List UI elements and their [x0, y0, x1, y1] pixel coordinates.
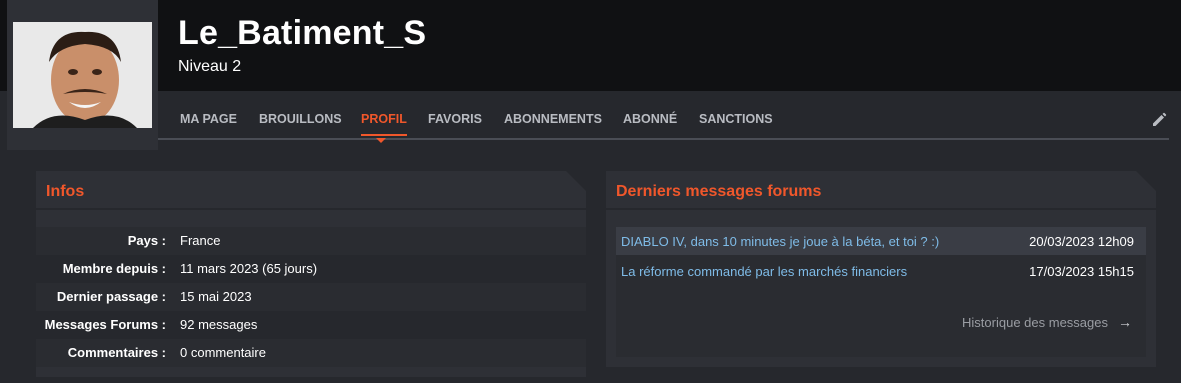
info-row-membre-depuis: Membre depuis : 11 mars 2023 (65 jours) [36, 255, 586, 283]
infos-panel: Infos Pays : France Membre depuis : 11 m… [36, 171, 586, 377]
list-item: DIABLO IV, dans 10 minutes je joue à la … [616, 227, 1146, 255]
user-level: Niveau 2 [178, 58, 242, 75]
info-label: Pays : [127, 233, 166, 248]
tab-favoris[interactable]: FAVORIS [428, 112, 482, 126]
info-row-dernier-passage: Dernier passage : 15 mai 2023 [36, 283, 586, 311]
forum-message-date: 17/03/2023 15h15 [1029, 264, 1134, 279]
forum-messages-list: DIABLO IV, dans 10 minutes je joue à la … [616, 227, 1146, 357]
tab-sanctions[interactable]: SANCTIONS [699, 112, 773, 126]
info-label: Messages Forums : [44, 317, 166, 332]
tab-ma-page[interactable]: MA PAGE [180, 112, 237, 126]
forum-message-date: 20/03/2023 12h09 [1029, 234, 1134, 249]
info-value: France [180, 233, 221, 248]
profile-nav: MA PAGE BROUILLONS PROFIL FAVORIS ABONNE… [158, 98, 1169, 143]
forum-messages-panel: Derniers messages forums DIABLO IV, dans… [606, 171, 1156, 367]
info-value: 0 commentaire [180, 345, 266, 360]
info-value: 11 mars 2023 (65 jours) [180, 261, 318, 276]
tab-abonnements[interactable]: ABONNEMENTS [504, 112, 602, 126]
panel-corner [566, 171, 586, 191]
info-label: Dernier passage : [56, 289, 166, 304]
tab-abonne[interactable]: ABONNÉ [623, 112, 677, 126]
forum-message-link[interactable]: DIABLO IV, dans 10 minutes je joue à la … [621, 234, 939, 249]
forum-messages-title: Derniers messages forums [616, 183, 822, 200]
panel-divider [36, 208, 586, 210]
info-row-pays: Pays : France [36, 227, 586, 255]
info-label: Membre depuis : [62, 261, 166, 276]
infos-list: Pays : France Membre depuis : 11 mars 20… [36, 227, 586, 367]
list-item: La réforme commandé par les marchés fina… [616, 257, 1146, 285]
active-tab-caret [376, 138, 386, 143]
panel-divider [606, 208, 1156, 210]
infos-title: Infos [46, 183, 85, 200]
arrow-right-icon: → [1118, 314, 1132, 330]
message-history-label: Historique des messages [962, 315, 1108, 330]
username: Le_Batiment_S [178, 14, 427, 52]
info-label: Commentaires : [67, 345, 166, 360]
avatar-frame [7, 0, 158, 150]
info-value: 15 mai 2023 [180, 289, 252, 304]
panel-corner [1136, 171, 1156, 191]
info-row-messages-forums: Messages Forums : 92 messages [36, 311, 586, 339]
tab-brouillons[interactable]: BROUILLONS [259, 112, 342, 126]
avatar [13, 22, 152, 128]
info-row-commentaires: Commentaires : 0 commentaire [36, 339, 586, 367]
tab-profil[interactable]: PROFIL [361, 112, 407, 136]
pencil-icon[interactable] [1150, 111, 1168, 129]
info-value: 92 messages [180, 317, 258, 332]
message-history-link[interactable]: Historique des messages → [962, 314, 1132, 330]
forum-message-link[interactable]: La réforme commandé par les marchés fina… [621, 264, 907, 279]
